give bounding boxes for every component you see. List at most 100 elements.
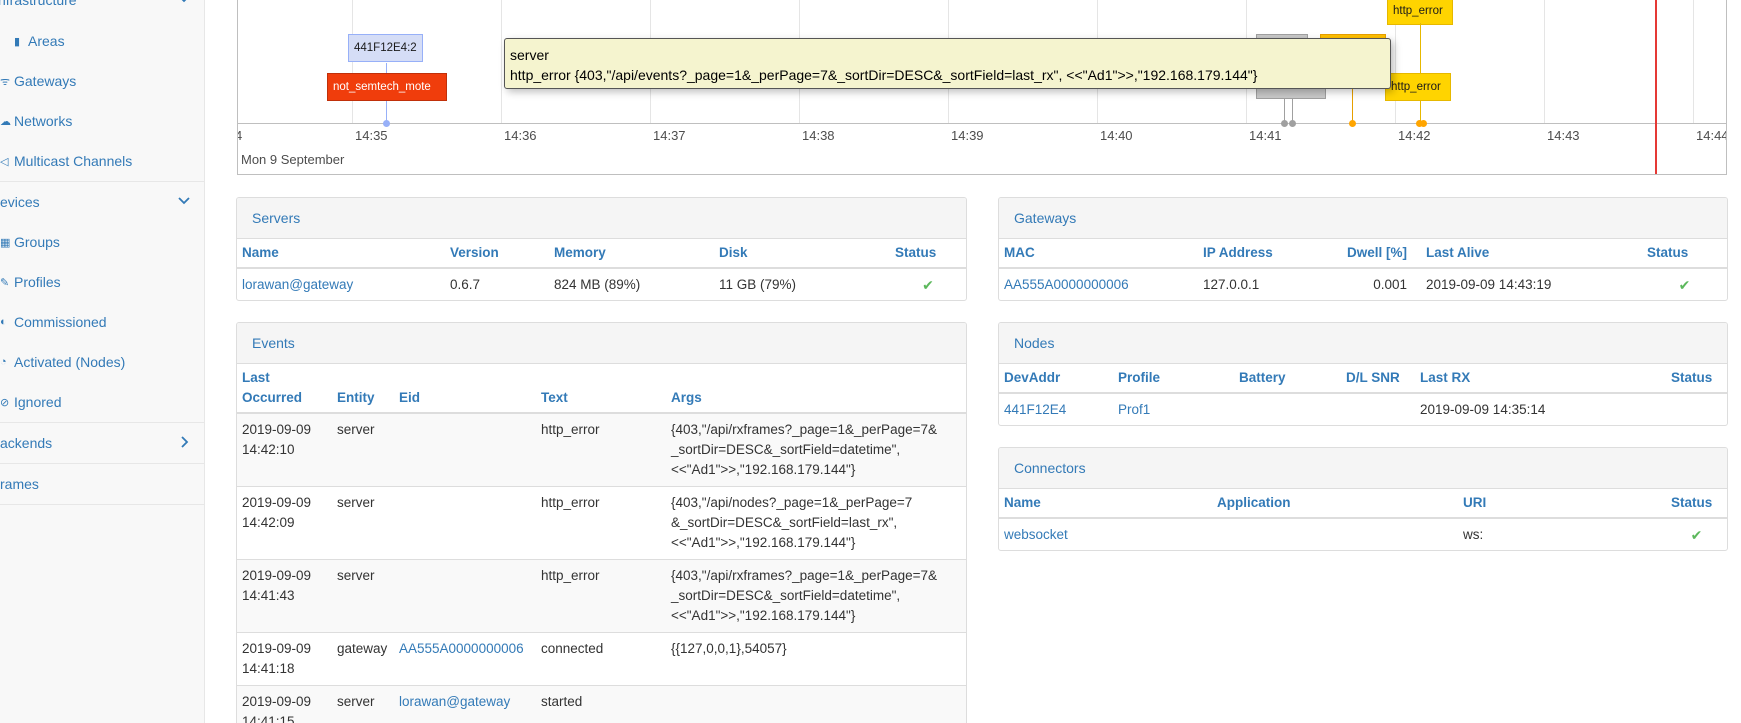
tick-label: 14:36 <box>504 128 537 143</box>
tick-label: 14:38 <box>802 128 835 143</box>
nodes-table: DevAddr Profile Battery D/L SNR Last RX … <box>999 364 1727 425</box>
panel-title: Gateways <box>999 198 1727 239</box>
event-time: 14:41:15 <box>242 714 295 723</box>
sidebar-item-groups[interactable]: ▦ Groups <box>0 222 204 262</box>
column-header[interactable]: Battery <box>1234 364 1341 394</box>
column-header[interactable]: Last Occurred <box>237 364 332 414</box>
circle-icon: ◐ <box>0 316 7 328</box>
timeline-connector <box>1284 99 1285 121</box>
sidebar-item-gateways[interactable]: ᯤ Gateways <box>0 61 204 101</box>
table-row: lorawan@gateway 0.6.7 824 MB (89%) 11 GB… <box>237 267 966 300</box>
column-header[interactable]: Application <box>1212 489 1458 519</box>
event-time: 14:42:09 <box>242 515 295 530</box>
column-header[interactable]: Last RX <box>1415 364 1666 394</box>
gateway-link[interactable]: AA555A0000000006 <box>1004 277 1129 292</box>
column-header[interactable]: Status <box>890 239 966 269</box>
column-header[interactable]: URI <box>1458 489 1666 519</box>
server-link[interactable]: lorawan@gateway <box>399 694 510 709</box>
ban-icon: ⊘ <box>0 396 10 409</box>
node-link[interactable]: 441F12E4 <box>1004 402 1066 417</box>
sidebar-item-commissioned[interactable]: ◐ Commissioned <box>0 302 204 342</box>
bullhorn-icon: ◁ <box>0 155 9 168</box>
timeline-item-node[interactable]: 441F12E4:2 <box>348 34 423 62</box>
sidebar-item-areas[interactable]: ▮ Areas <box>0 21 204 61</box>
column-header[interactable]: Version <box>445 239 549 269</box>
sidebar-item-ignored[interactable]: ⊘ Ignored <box>0 382 204 422</box>
sidebar-divider <box>0 504 204 505</box>
sidebar-item-multicast[interactable]: ◁ Multicast Channels <box>0 141 204 181</box>
edit-icon: ✎ <box>0 276 10 289</box>
sidebar-item-networks[interactable]: ☁ Networks <box>0 101 204 141</box>
table-row: 2019-09-09 14:41:15 server lorawan@gatewa… <box>237 685 966 723</box>
connectors-table: Name Application URI Status websocket ws… <box>999 489 1727 550</box>
sidebar-item-label: ackends <box>0 435 53 451</box>
grid-line <box>1544 0 1545 123</box>
connector-link[interactable]: websocket <box>1004 527 1068 542</box>
column-header[interactable]: Args <box>666 364 966 414</box>
signal-icon: ◔ <box>0 356 7 368</box>
sidebar-item-activated[interactable]: ◔ Activated (Nodes) <box>0 342 204 382</box>
column-header[interactable]: Profile <box>1113 364 1234 394</box>
gateway-ip: 127.0.0.1 <box>1198 267 1337 300</box>
sidebar-item-label: nfrastructure <box>0 0 77 8</box>
node-status <box>1666 392 1727 425</box>
cloud-icon: ☁ <box>0 115 11 128</box>
tick-label: 14:41 <box>1249 128 1282 143</box>
events-table: Last Occurred Entity Eid Text Args 2019-… <box>237 364 966 723</box>
sidebar-item-backends[interactable]: ackends <box>0 423 204 463</box>
panel-title: Nodes <box>999 323 1727 364</box>
status-ok-icon: ✔ <box>922 277 934 293</box>
current-time-marker <box>1655 0 1657 174</box>
column-header[interactable]: Disk <box>714 239 890 269</box>
timeline-item-http-error[interactable]: http_error <box>1385 73 1451 101</box>
event-date: 2019-09-09 <box>242 568 312 583</box>
chevron-down-icon <box>181 0 187 3</box>
table-row: 2019-09-09 14:42:10 server http_error {40… <box>237 412 966 487</box>
time-axis <box>238 123 1726 124</box>
timeline-item-http-error[interactable]: http_error <box>1387 0 1453 25</box>
column-header[interactable]: DevAddr <box>999 364 1113 394</box>
column-header[interactable]: Last Alive <box>1412 239 1642 269</box>
sidebar-item-devices[interactable]: evices <box>0 182 204 222</box>
panel-title: Connectors <box>999 448 1727 489</box>
column-header[interactable]: Status <box>1642 239 1727 269</box>
sidebar-item-frames[interactable]: rames <box>0 464 204 504</box>
timeline-item-mote[interactable]: not_semtech_mote <box>327 73 447 101</box>
events-panel: Events Last Occurred Entity Eid Text Arg… <box>236 322 967 723</box>
timeline-dot <box>1281 120 1288 127</box>
event-args-line: {403,"/api/rxframes?_page=1&_perPage=7& <box>671 568 937 583</box>
timeline-dot <box>1289 120 1296 127</box>
column-header[interactable]: MAC <box>999 239 1198 269</box>
event-entity: server <box>332 486 394 560</box>
tick-label: 4 <box>238 128 242 143</box>
column-header[interactable]: Memory <box>549 239 714 269</box>
column-header[interactable]: Eid <box>394 364 536 414</box>
table-row: websocket ws: ✔ <box>999 517 1727 550</box>
column-header[interactable]: Text <box>536 364 666 414</box>
event-text: http_error <box>536 559 666 633</box>
column-header[interactable]: IP Address <box>1198 239 1337 269</box>
event-args-line: {403,"/api/nodes?_page=1&_perPage=7 <box>671 495 913 510</box>
column-header[interactable]: Dwell [%] <box>1337 239 1412 269</box>
gateway-link[interactable]: AA555A0000000006 <box>399 641 524 656</box>
column-header[interactable]: Status <box>1666 364 1727 394</box>
column-header[interactable]: Name <box>999 489 1212 519</box>
column-header[interactable]: D/L SNR <box>1341 364 1415 394</box>
nodes-panel: Nodes DevAddr Profile Battery D/L SNR La… <box>998 322 1728 426</box>
sidebar-item-profiles[interactable]: ✎ Profiles <box>0 262 204 302</box>
column-header[interactable]: Name <box>237 239 445 269</box>
sidebar-item-label: Networks <box>14 113 73 129</box>
chevron-right-icon <box>181 436 189 448</box>
server-link[interactable]: lorawan@gateway <box>242 277 353 292</box>
areas-icon: ▮ <box>14 35 21 48</box>
event-args-line: {{127,0,0,1},54057} <box>671 641 787 656</box>
event-eid <box>394 559 536 633</box>
column-header[interactable]: Status <box>1666 489 1727 519</box>
column-header[interactable]: Entity <box>332 364 394 414</box>
grid-line <box>501 0 502 123</box>
tick-label: 14:39 <box>951 128 984 143</box>
panel-title: Events <box>237 323 966 364</box>
profile-link[interactable]: Prof1 <box>1118 402 1150 417</box>
sidebar-item-infrastructure[interactable]: nfrastructure <box>0 0 204 20</box>
gateways-table: MAC IP Address Dwell [%] Last Alive Stat… <box>999 239 1727 300</box>
